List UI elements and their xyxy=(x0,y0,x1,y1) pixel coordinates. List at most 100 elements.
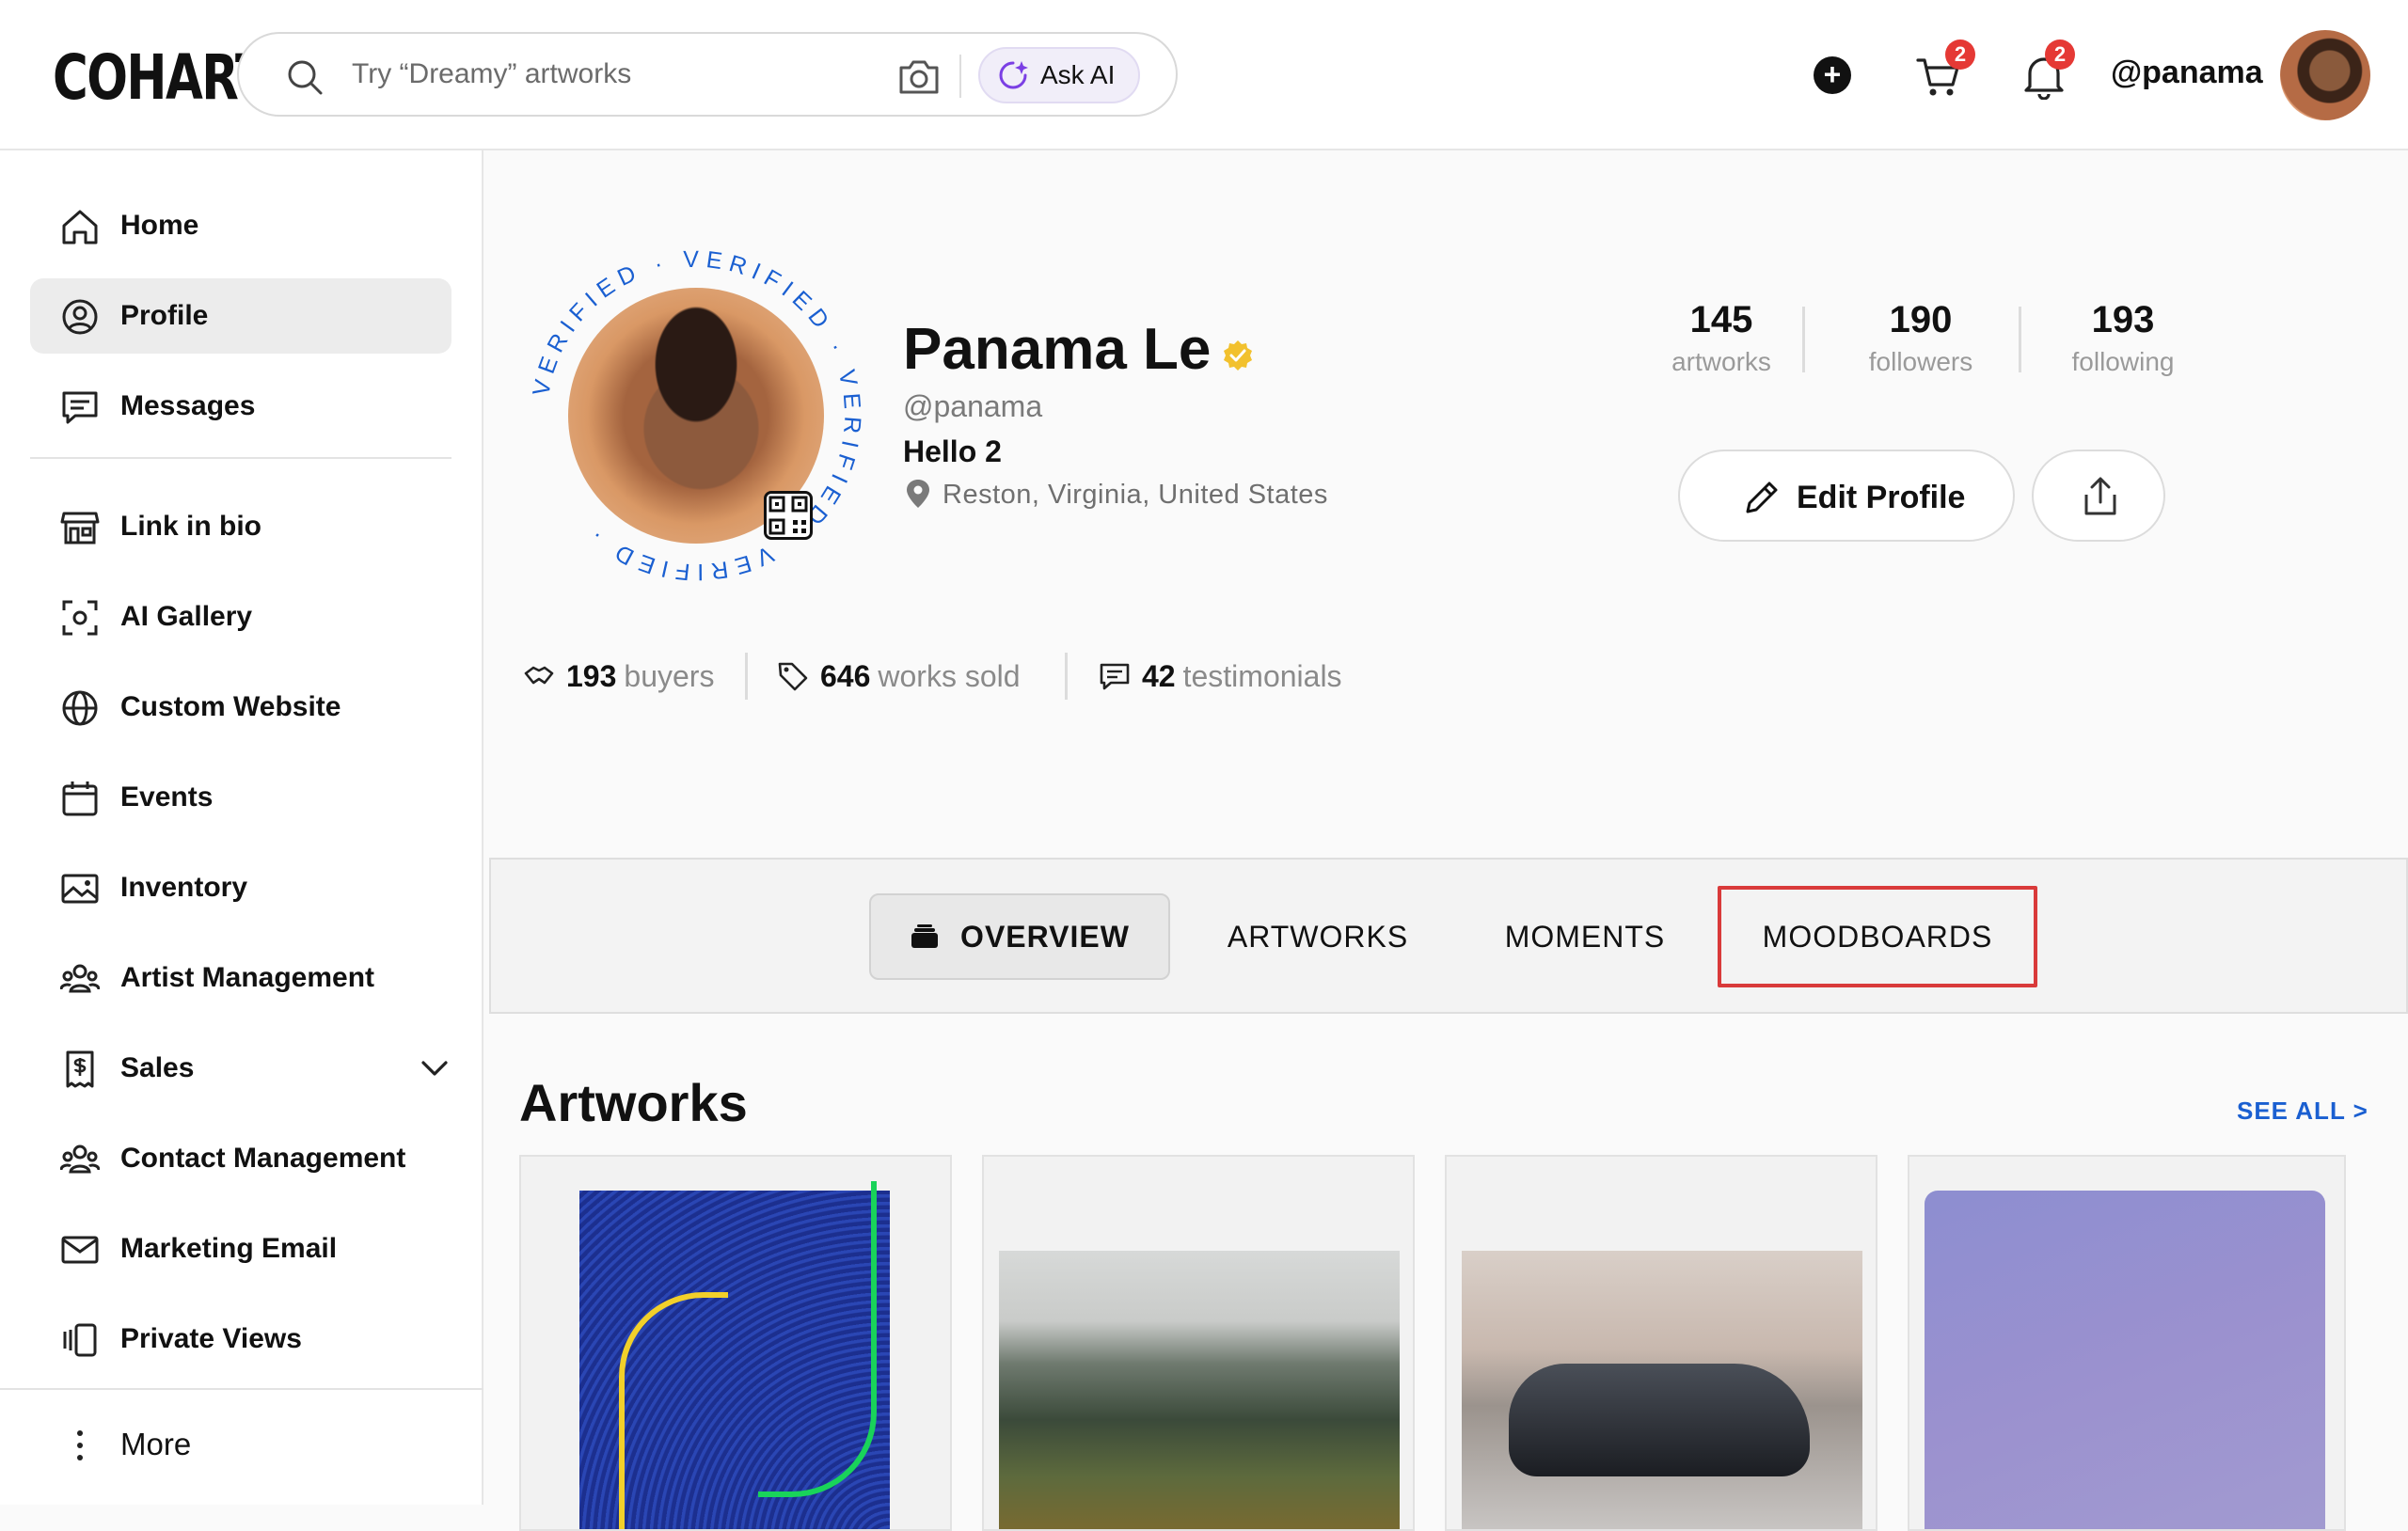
artwork-image xyxy=(579,1181,890,1529)
profile-handle: @panama xyxy=(903,389,1043,423)
artwork-card[interactable] xyxy=(519,1155,952,1531)
sidebar-item-label: More xyxy=(120,1427,192,1461)
stat-label: artworks xyxy=(1671,347,1771,376)
share-icon xyxy=(2084,477,2116,515)
image-icon xyxy=(61,874,99,904)
ai-sparkle-icon xyxy=(999,61,1028,89)
artwork-card[interactable] xyxy=(1445,1155,1877,1531)
search-input[interactable]: Try “Dreamy” artworks xyxy=(352,58,631,90)
sales-stat-value: 646 xyxy=(820,658,871,693)
stat-label: following xyxy=(2071,347,2175,376)
sidebar-item-inventory[interactable]: Inventory xyxy=(30,850,452,925)
share-profile-button[interactable] xyxy=(2032,450,2165,542)
sidebar-item-label: Inventory xyxy=(120,872,248,903)
camera-icon[interactable] xyxy=(897,56,941,96)
profile-icon xyxy=(62,299,98,335)
edit-profile-label: Edit Profile xyxy=(1797,480,1966,515)
sidebar-item-label: Sales xyxy=(120,1052,195,1083)
profile-tabs-bar xyxy=(489,858,2408,1014)
slides-icon xyxy=(63,1323,97,1357)
sales-stat-works-sold: 646 works sold xyxy=(777,653,1021,700)
more-vertical-icon xyxy=(77,1430,83,1460)
artworks-section-title: Artworks xyxy=(519,1073,748,1132)
qr-code-icon[interactable] xyxy=(764,491,813,540)
ask-ai-button[interactable]: Ask AI xyxy=(978,47,1140,103)
sidebar-item-label: Events xyxy=(120,781,214,813)
chevron-down-icon[interactable] xyxy=(418,1051,452,1085)
sidebar-item-profile[interactable]: Profile xyxy=(30,278,452,354)
sales-stat-testimonials: 42 testimonials xyxy=(1099,653,1342,700)
sales-stat-value: 42 xyxy=(1142,658,1176,693)
tab-label: MOODBOARDS xyxy=(1762,919,1993,954)
sales-stat-buyers: 193 buyers xyxy=(523,653,714,700)
users-group-icon xyxy=(60,964,100,993)
contacts-group-icon xyxy=(60,1144,100,1174)
sidebar-item-ai-gallery[interactable]: AI Gallery xyxy=(30,579,452,655)
search-bar[interactable]: Try “Dreamy” artworks Ask AI xyxy=(237,32,1178,117)
user-avatar[interactable] xyxy=(2280,30,2370,120)
tab-moodboards[interactable]: MOODBOARDS xyxy=(1718,886,2037,987)
home-icon xyxy=(62,210,98,245)
artwork-card[interactable] xyxy=(1908,1155,2346,1531)
artwork-card[interactable] xyxy=(982,1155,1415,1531)
sidebar-item-label: Home xyxy=(120,210,199,241)
tab-label: OVERVIEW xyxy=(960,919,1130,954)
sales-stat-value: 193 xyxy=(566,658,617,693)
sidebar-item-label: Private Views xyxy=(120,1323,302,1354)
user-handle[interactable]: @panama xyxy=(2111,55,2263,91)
tab-artworks[interactable]: ARTWORKS xyxy=(1212,893,1424,980)
handshake-icon xyxy=(524,666,554,685)
sidebar-item-label: AI Gallery xyxy=(120,601,253,632)
ask-ai-label: Ask AI xyxy=(1040,60,1116,89)
stat-artworks[interactable]: 145 artworks xyxy=(1665,299,1778,377)
cart-badge: 2 xyxy=(1945,39,1975,70)
sidebar-item-link-in-bio[interactable]: Link in bio xyxy=(30,489,452,564)
mail-icon xyxy=(61,1236,99,1264)
search-icon xyxy=(288,60,323,95)
calendar-icon xyxy=(62,781,98,816)
sidebar-item-messages[interactable]: Messages xyxy=(30,369,452,444)
tab-moments[interactable]: MOMENTS xyxy=(1484,893,1686,980)
profile-name: Panama Le xyxy=(903,317,1212,382)
sales-divider xyxy=(745,653,748,700)
sidebar: Home Profile Messages Link in bio AI Gal… xyxy=(0,150,483,1505)
sidebar-divider xyxy=(0,1388,483,1390)
sidebar-item-label: Custom Website xyxy=(120,691,341,722)
sidebar-item-label: Artist Management xyxy=(120,962,375,993)
sidebar-item-custom-website[interactable]: Custom Website xyxy=(30,670,452,745)
sidebar-item-sales[interactable]: Sales xyxy=(30,1031,452,1106)
sidebar-item-contact-management[interactable]: Contact Management xyxy=(30,1121,452,1196)
sidebar-divider xyxy=(30,457,452,459)
sidebar-item-home[interactable]: Home xyxy=(30,188,452,263)
stat-following[interactable]: 193 following xyxy=(2060,299,2186,377)
artwork-image xyxy=(1925,1191,2325,1529)
see-all-link[interactable]: SEE ALL > xyxy=(2237,1097,2368,1126)
cohart-logo[interactable]: COHART xyxy=(53,41,268,114)
verified-check-icon xyxy=(1224,340,1252,371)
sidebar-item-artist-management[interactable]: Artist Management xyxy=(30,940,452,1016)
sidebar-item-label: Marketing Email xyxy=(120,1233,338,1264)
edit-profile-button[interactable]: Edit Profile xyxy=(1678,450,2015,542)
receipt-dollar-icon xyxy=(66,1050,94,1088)
artwork-image xyxy=(999,1251,1400,1529)
stat-value: 193 xyxy=(2091,299,2155,340)
sidebar-item-label: Contact Management xyxy=(120,1143,406,1174)
sales-stat-label: testimonials xyxy=(1182,658,1342,693)
sidebar-item-label: Messages xyxy=(120,390,256,421)
sidebar-item-private-views[interactable]: Private Views xyxy=(30,1302,452,1377)
stat-followers[interactable]: 190 followers xyxy=(1859,299,1983,377)
sidebar-item-events[interactable]: Events xyxy=(30,760,452,835)
sidebar-item-marketing-email[interactable]: Marketing Email xyxy=(30,1211,452,1286)
create-plus-button[interactable]: + xyxy=(1814,56,1851,94)
stat-label: followers xyxy=(1868,347,1973,376)
globe-icon xyxy=(62,690,98,726)
tab-overview[interactable]: OVERVIEW xyxy=(869,893,1170,980)
search-divider xyxy=(959,55,961,98)
car-shape xyxy=(1509,1364,1810,1476)
sales-stat-label: buyers xyxy=(624,658,715,693)
price-tag-icon xyxy=(778,662,808,691)
sidebar-item-more[interactable]: More xyxy=(30,1407,452,1482)
sales-divider xyxy=(1065,653,1068,700)
tab-label: MOMENTS xyxy=(1504,919,1666,954)
storefront-icon xyxy=(60,512,100,545)
